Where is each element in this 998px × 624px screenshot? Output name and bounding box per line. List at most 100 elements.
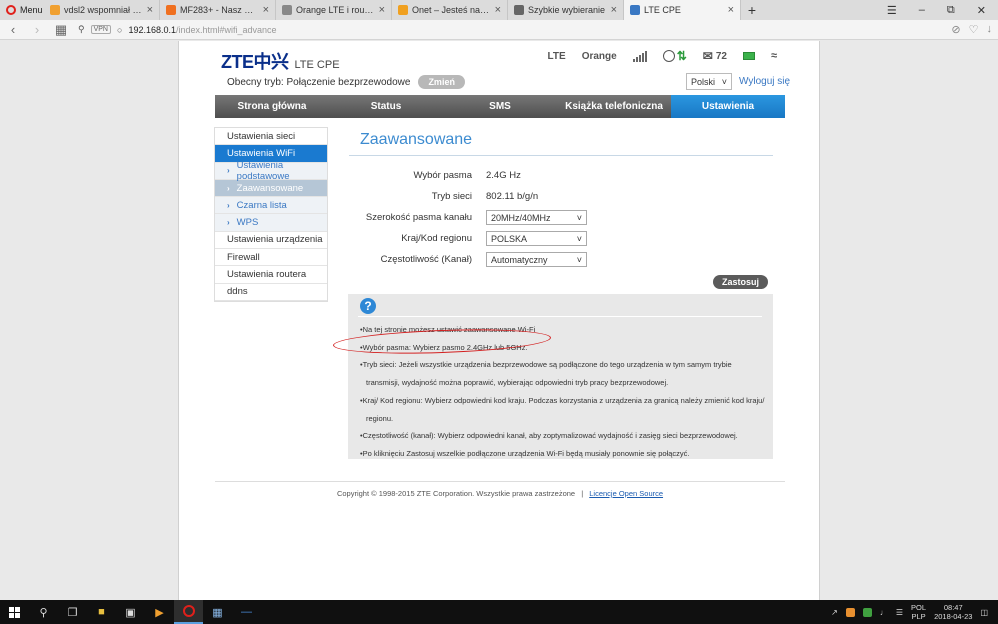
browser-tab[interactable]: vdsl2 wspomniał o Tobie × [44, 0, 160, 20]
license-link[interactable]: Licencje Open Source [589, 489, 663, 498]
tab-title: Orange LTE i router ZTE M [296, 5, 375, 15]
tab-favicon-icon [398, 5, 408, 15]
back-icon[interactable]: ‹ [6, 22, 20, 37]
sidebar-item-label: Ustawienia sieci [227, 130, 296, 142]
tab-close-icon[interactable]: × [728, 4, 734, 16]
minimize-button[interactable]: – [919, 4, 925, 16]
clock[interactable]: 08:47 2018-04-23 [934, 603, 972, 621]
adblock-icon[interactable]: ⊘ [951, 23, 960, 36]
help-item: Kraj/ Kod regionu: Wybierz odpowiedni ko… [360, 392, 766, 427]
sidebar-item-label: Zaawansowane [236, 182, 304, 194]
media-player-icon[interactable]: ▶ [145, 600, 174, 624]
sidebar-subitem[interactable]: › Zaawansowane [215, 179, 327, 198]
help-item: Tryb sieci: Jeżeli wszystkie urządzenia … [360, 356, 766, 391]
tab-close-icon[interactable]: × [379, 4, 385, 16]
chevron-right-icon: › [227, 218, 230, 228]
tray-app2-icon[interactable] [862, 607, 872, 617]
tab-close-icon[interactable]: × [147, 4, 153, 16]
volume-icon[interactable]: ♩ [880, 608, 888, 617]
input-language[interactable]: POL PLP [911, 603, 926, 621]
url-field[interactable]: ⚲ VPN ○ 192.168.0.1/index.html#wifi_adva… [78, 24, 941, 35]
vpn-badge[interactable]: VPN [90, 25, 111, 34]
tab-close-icon[interactable]: × [495, 4, 501, 16]
field-select[interactable]: POLSKA ˅ [486, 231, 587, 246]
sidebar-item[interactable]: ddns [215, 284, 327, 301]
nav-item[interactable]: Strona główna [215, 95, 329, 118]
operator-name: Orange [581, 50, 617, 62]
nav-item[interactable]: Książka telefoniczna [557, 95, 671, 118]
task-view-icon[interactable]: ❐ [58, 600, 87, 624]
tab-close-icon[interactable]: × [611, 4, 617, 16]
sidebar-item-label: Ustawienia urządzenia [227, 234, 323, 246]
sms-envelope-icon[interactable]: ✉ [703, 49, 713, 63]
forward-icon[interactable]: › [30, 22, 44, 37]
sidebar-subitem[interactable]: › Ustawienia podstawowe [215, 160, 327, 182]
heart-icon[interactable]: ♡ [969, 23, 979, 36]
nav-item[interactable]: Ustawienia [671, 95, 785, 118]
tab-title: LTE CPE [644, 5, 681, 15]
browser-tab[interactable]: MF283+ - Nasz Orange × [160, 0, 276, 20]
change-mode-button[interactable]: Zmień [418, 75, 465, 89]
start-button[interactable] [0, 600, 29, 624]
tab-title: MF283+ - Nasz Orange [180, 5, 259, 15]
sidebar-subitem[interactable]: › Czarna lista [215, 197, 327, 215]
file-explorer-icon[interactable]: ■ [87, 600, 116, 624]
lang-bottom: PLP [911, 612, 926, 621]
opera-taskbar-icon[interactable] [174, 600, 203, 624]
field-value: 20MHz/40MHz [491, 212, 551, 223]
menu-label: Menu [20, 5, 43, 15]
clock-time: 08:47 [943, 603, 963, 612]
url-path: /index.html#wifi_advance [175, 24, 277, 35]
close-window-button[interactable]: ✕ [977, 4, 986, 17]
opera-menu-button[interactable]: Menu [0, 0, 44, 20]
store-icon[interactable]: ▣ [116, 600, 145, 624]
tab-favicon-icon [282, 5, 292, 15]
tab-close-icon[interactable]: × [263, 4, 269, 16]
browser-tab[interactable]: Szybkie wybieranie × [508, 0, 624, 20]
sidebar-item[interactable]: Firewall [215, 249, 327, 267]
language-select[interactable]: Polski ˅ [686, 73, 732, 90]
help-icon: ? [360, 298, 376, 314]
field-label: Kraj/Kod regionu [401, 233, 472, 244]
form-row: Tryb sieci 802.11 b/g/n [349, 186, 769, 207]
app-taskbar-icon[interactable]: ▦ [203, 600, 232, 624]
notifications-icon[interactable]: ◫ [980, 608, 988, 617]
apply-button[interactable]: Zastosuj [713, 275, 769, 289]
nav-item[interactable]: SMS [443, 95, 557, 118]
new-tab-button[interactable]: + [741, 0, 763, 20]
network-icon[interactable]: ☰ [896, 608, 903, 617]
sidebar-item[interactable]: Ustawienia urządzenia [215, 232, 327, 250]
sms-count: 72 [715, 50, 727, 62]
connection-mode-label: Obecny tryb: Połączenie bezprzewodowe [227, 76, 411, 88]
field-select[interactable]: 20MHz/40MHz ˅ [486, 210, 587, 225]
tab-title: Onet – Jesteś na bieżąco [412, 5, 491, 15]
app2-taskbar-icon[interactable]: — [232, 600, 261, 624]
people-icon[interactable]: ↗ [831, 608, 838, 617]
logout-link[interactable]: Wyloguj się [739, 76, 790, 87]
browser-tab[interactable]: Orange LTE i router ZTE M × [276, 0, 392, 20]
sidebar-item[interactable]: Ustawienia routera [215, 266, 327, 284]
zte-logo: ZTE中兴 LTE CPE [221, 48, 340, 74]
browser-tab[interactable]: LTE CPE × [624, 0, 741, 20]
help-item: Częstotliwość (kanał): Wybierz odpowiedn… [360, 427, 766, 445]
search-taskbar-icon[interactable]: ⚲ [29, 600, 58, 624]
help-divider [358, 316, 762, 317]
internet-globe-icon [662, 50, 675, 62]
maximize-button[interactable]: ⧉ [947, 4, 955, 17]
field-label: Wybór pasma [413, 170, 472, 181]
speed-dial-icon[interactable]: ▦ [54, 22, 68, 38]
nav-item[interactable]: Status [329, 95, 443, 118]
signal-strength-icon [632, 50, 647, 62]
download-icon[interactable]: ↓ [987, 23, 993, 36]
main-navigation: Strona główna Status SMS Książka telefonicz… [215, 95, 785, 118]
tab-menu-icon[interactable]: ☰ [887, 4, 897, 17]
sidebar-item[interactable]: Ustawienia sieci [215, 128, 327, 146]
tray-app-icon[interactable] [845, 607, 855, 617]
chevron-down-icon: ˅ [576, 254, 582, 265]
sidebar-subitem[interactable]: › WPS [215, 214, 327, 232]
form-row: Szerokość pasma kanału 20MHz/40MHz ˅ [349, 207, 769, 228]
browser-tab[interactable]: Onet – Jesteś na bieżąco × [392, 0, 508, 20]
clock-date: 2018-04-23 [934, 612, 973, 621]
field-select[interactable]: Automatyczny ˅ [486, 252, 587, 267]
field-label: Częstotliwość (Kanał) [380, 254, 472, 265]
